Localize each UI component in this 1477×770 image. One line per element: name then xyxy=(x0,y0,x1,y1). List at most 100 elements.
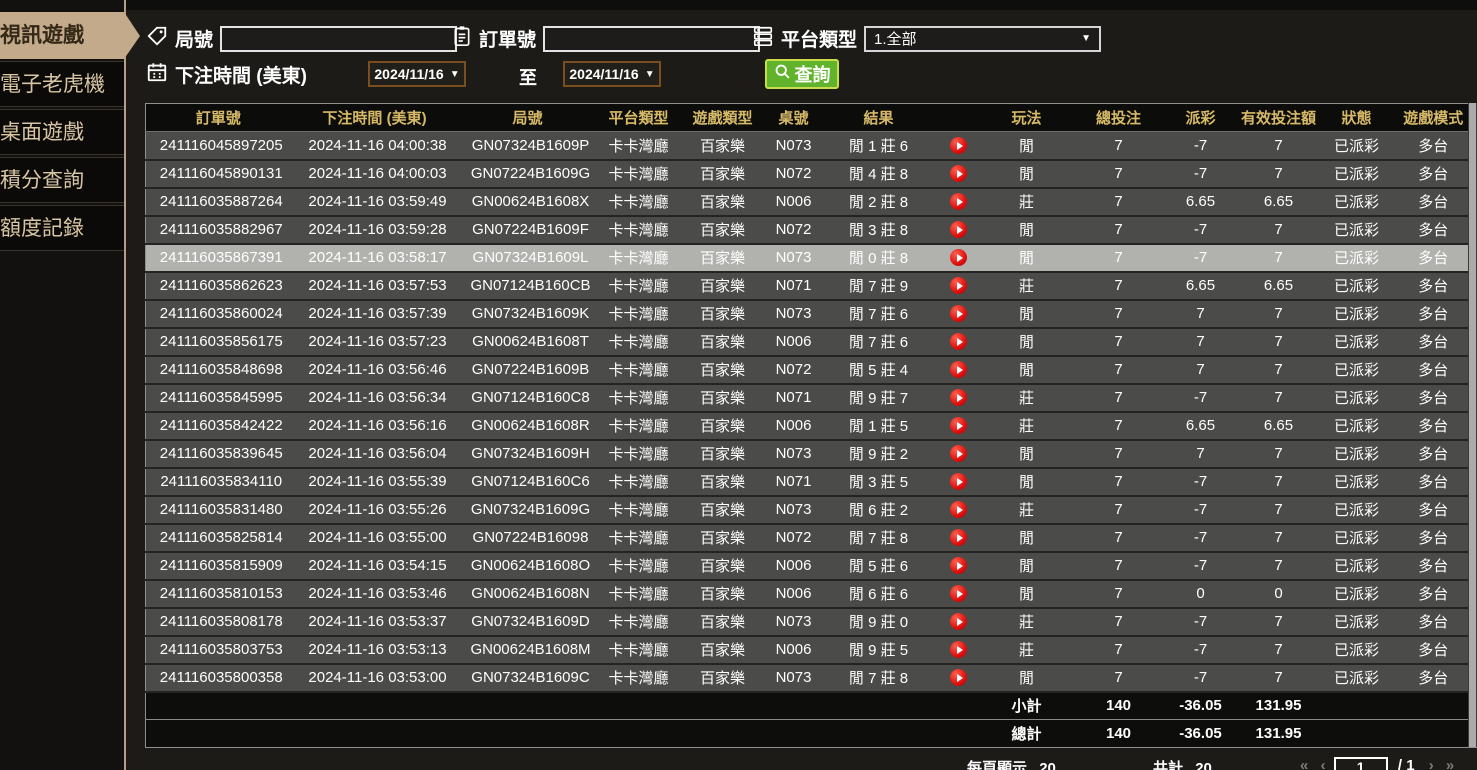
next-page-button[interactable]: › xyxy=(1425,757,1438,770)
table-row[interactable]: 2411160358314802024-11-16 03:55:26GN0732… xyxy=(146,496,1477,524)
game-type-cell: 百家樂 xyxy=(681,356,765,384)
table-row[interactable]: 2411160358081782024-11-16 03:53:37GN0732… xyxy=(146,608,1477,636)
table-row[interactable]: 2411160358561752024-11-16 03:57:23GN0062… xyxy=(146,328,1477,356)
sidebar-item-table-games[interactable]: 桌面遊戲 xyxy=(0,109,124,155)
table-row[interactable]: 2411160358600242024-11-16 03:57:39GN0732… xyxy=(146,300,1477,328)
play-icon[interactable] xyxy=(950,221,967,238)
table-no-cell: N072 xyxy=(765,160,823,188)
page-number-input[interactable]: 1 xyxy=(1334,757,1388,770)
total-bet-cell: 7 xyxy=(1071,132,1167,160)
mode-cell: 多台 xyxy=(1391,608,1477,636)
play-icon[interactable] xyxy=(950,193,967,210)
payout-cell: -7 xyxy=(1167,496,1235,524)
game-type-cell: 百家樂 xyxy=(681,216,765,244)
table-row[interactable]: 2411160358486982024-11-16 03:56:46GN0722… xyxy=(146,356,1477,384)
game-type-cell: 百家樂 xyxy=(681,440,765,468)
platform-cell: 卡卡灣廳 xyxy=(597,300,681,328)
table-row[interactable]: 2411160358341102024-11-16 03:55:39GN0712… xyxy=(146,468,1477,496)
first-page-button[interactable]: « xyxy=(1296,757,1312,770)
order-number-input[interactable] xyxy=(543,26,760,52)
play-icon[interactable] xyxy=(950,473,967,490)
platform-type-label: 平台類型 xyxy=(781,25,857,52)
play-icon[interactable] xyxy=(950,249,967,266)
records-table-container: 訂單號下注時間 (美東)局號平台類型遊戲類型桌號結果玩法總投注派彩有效投注額狀態… xyxy=(145,103,1471,748)
chevron-down-icon: ▼ xyxy=(645,69,655,80)
play-icon[interactable] xyxy=(950,501,967,518)
table-row[interactable]: 2411160358396452024-11-16 03:56:04GN0732… xyxy=(146,440,1477,468)
bet-time-cell: 2024-11-16 03:56:04 xyxy=(291,440,459,468)
table-row[interactable]: 2411160358101532024-11-16 03:53:46GN0062… xyxy=(146,580,1477,608)
table-row[interactable]: 2411160358037532024-11-16 03:53:13GN0062… xyxy=(146,636,1477,664)
table-scrollbar[interactable] xyxy=(1468,103,1477,747)
table-row[interactable]: 2411160358626232024-11-16 03:57:53GN0712… xyxy=(146,272,1477,300)
play-icon[interactable] xyxy=(950,361,967,378)
payout-cell: 7 xyxy=(1167,328,1235,356)
table-row[interactable]: 2411160358258142024-11-16 03:55:00GN0722… xyxy=(146,524,1477,552)
play-cell xyxy=(935,468,983,496)
game-type-cell: 百家樂 xyxy=(681,524,765,552)
date-from-picker[interactable]: 2024/11/16 ▼ xyxy=(368,61,466,87)
grand-total-row: 總計140-36.05131.95 xyxy=(146,720,1477,748)
play-icon[interactable] xyxy=(950,641,967,658)
table-row[interactable]: 2411160358424222024-11-16 03:56:16GN0062… xyxy=(146,412,1477,440)
top-strip xyxy=(0,0,1477,10)
scrollbar-thumb[interactable] xyxy=(1469,103,1476,747)
table-row[interactable]: 2411160358829672024-11-16 03:59:28GN0722… xyxy=(146,216,1477,244)
search-button[interactable]: 查詢 xyxy=(765,59,839,89)
clipboard-icon xyxy=(452,25,472,52)
sidebar-item-slot-machines[interactable]: 電子老虎機 xyxy=(0,61,124,107)
bet-time-cell: 2024-11-16 03:53:37 xyxy=(291,608,459,636)
play-icon[interactable] xyxy=(950,333,967,350)
play-icon[interactable] xyxy=(950,529,967,546)
total-spacer xyxy=(1323,692,1477,720)
play-icon[interactable] xyxy=(950,389,967,406)
play-icon[interactable] xyxy=(950,585,967,602)
play-icon[interactable] xyxy=(950,669,967,686)
table-row[interactable]: 2411160358459952024-11-16 03:56:34GN0712… xyxy=(146,384,1477,412)
total-bet-cell: 7 xyxy=(1071,580,1167,608)
column-header: 玩法 xyxy=(983,104,1071,132)
table-row[interactable]: 2411160358872642024-11-16 03:59:49GN0062… xyxy=(146,188,1477,216)
prev-page-button[interactable]: ‹ xyxy=(1317,757,1330,770)
date-to-picker[interactable]: 2024/11/16 ▼ xyxy=(563,61,661,87)
play-icon[interactable] xyxy=(950,613,967,630)
sidebar-item-credit-records[interactable]: 額度記錄 xyxy=(0,205,124,251)
play-method-cell: 莊 xyxy=(983,496,1071,524)
payout-cell: 6.65 xyxy=(1167,188,1235,216)
play-triangle xyxy=(957,394,963,402)
platform-type-select[interactable]: 1.全部 ▼ xyxy=(864,26,1101,52)
table-row[interactable]: 2411160458972052024-11-16 04:00:38GN0732… xyxy=(146,132,1477,160)
play-icon[interactable] xyxy=(950,137,967,154)
table-row[interactable]: 2411160358673912024-11-16 03:58:17GN0732… xyxy=(146,244,1477,272)
sidebar-item-live-games[interactable]: 視訊遊戲 xyxy=(0,12,124,59)
platform-filter-group: 平台類型 1.全部 ▼ xyxy=(752,25,1101,52)
round-cell: GN00624B1608M xyxy=(459,636,597,664)
play-icon[interactable] xyxy=(950,165,967,182)
payout-sum: -36.05 xyxy=(1167,720,1235,748)
total-bet-cell: 7 xyxy=(1071,552,1167,580)
table-row[interactable]: 2411160458901312024-11-16 04:00:03GN0722… xyxy=(146,160,1477,188)
records-table: 訂單號下注時間 (美東)局號平台類型遊戲類型桌號結果玩法總投注派彩有效投注額狀態… xyxy=(145,103,1477,748)
game-type-cell: 百家樂 xyxy=(681,412,765,440)
valid-bet-cell: 7 xyxy=(1235,160,1323,188)
sidebar-item-points-query[interactable]: 積分查詢 xyxy=(0,157,124,203)
valid-bet-cell: 7 xyxy=(1235,440,1323,468)
play-icon[interactable] xyxy=(950,557,967,574)
payout-cell: -7 xyxy=(1167,608,1235,636)
play-icon[interactable] xyxy=(950,417,967,434)
play-icon[interactable] xyxy=(950,277,967,294)
last-page-button[interactable]: » xyxy=(1442,757,1458,770)
table-row[interactable]: 2411160358159092024-11-16 03:54:15GN0062… xyxy=(146,552,1477,580)
table-no-cell: N006 xyxy=(765,580,823,608)
status-cell: 已派彩 xyxy=(1323,608,1391,636)
play-icon[interactable] xyxy=(950,305,967,322)
play-triangle xyxy=(957,450,963,458)
table-no-cell: N006 xyxy=(765,412,823,440)
round-cell: GN00624B1608T xyxy=(459,328,597,356)
play-cell xyxy=(935,552,983,580)
table-row[interactable]: 2411160358003582024-11-16 03:53:00GN0732… xyxy=(146,664,1477,692)
round-number-input[interactable] xyxy=(220,26,457,52)
result-cell: 閒 7 莊 6 xyxy=(823,300,935,328)
play-icon[interactable] xyxy=(950,445,967,462)
per-page-value[interactable]: 20 xyxy=(1039,760,1056,770)
